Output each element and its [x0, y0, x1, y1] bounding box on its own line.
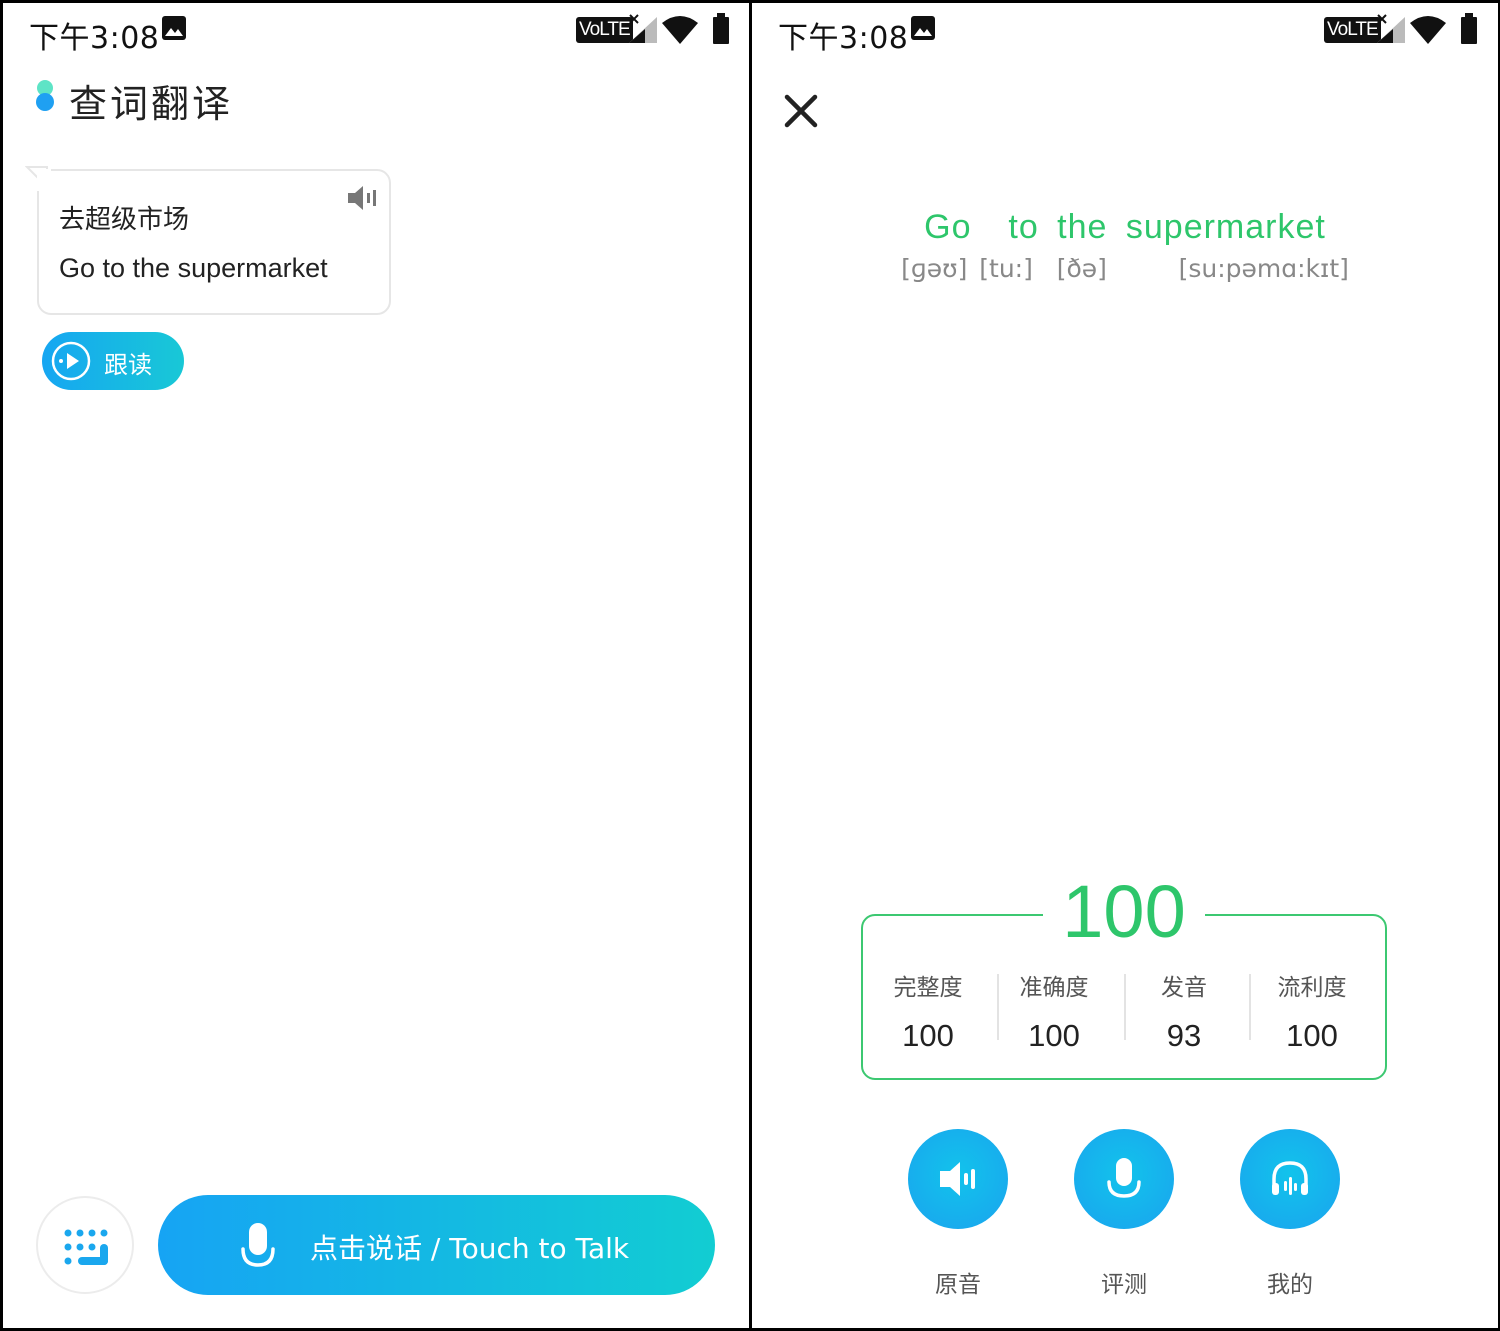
headphones-icon	[1272, 1161, 1308, 1195]
my-recording-button[interactable]	[1240, 1129, 1340, 1229]
volte-badge: VoLTE	[1324, 17, 1381, 43]
translation-bubble: 去超级市场 Go to the supermarket	[25, 166, 391, 315]
status-time: 下午3:08	[778, 21, 909, 56]
battery-icon	[713, 13, 729, 44]
metric-value: 100	[1028, 1018, 1080, 1053]
evaluation-screen: 下午3:08 VoLTE Go to the supermarket [ɡəʊ]…	[752, 3, 1498, 1328]
close-icon[interactable]	[783, 93, 819, 129]
status-time: 下午3:08	[29, 21, 160, 56]
metric-completeness: 完整度 100	[865, 968, 991, 1054]
page-title: 查词翻译	[69, 82, 234, 126]
total-score: 100	[1043, 872, 1205, 952]
score-panel: 100 完整度 100 准确度 100 发音 93 流利度 100	[861, 872, 1387, 1080]
signal-icon	[629, 14, 657, 43]
speaker-icon[interactable]	[345, 183, 379, 213]
metric-value: 100	[1286, 1018, 1338, 1053]
practice-sentence: Go to the supermarket	[924, 208, 1326, 246]
metric-label: 准确度	[1019, 975, 1089, 1001]
logo-icon	[36, 80, 54, 111]
my-recording-label: 我的	[1267, 1272, 1313, 1298]
speaker-icon	[940, 1162, 975, 1196]
metric-fluency: 流利度 100	[1249, 968, 1375, 1054]
evaluate-button[interactable]	[1074, 1129, 1174, 1229]
keyboard-icon	[64, 1229, 108, 1265]
source-text: 去超级市场	[59, 205, 190, 235]
bubble-tail	[25, 166, 51, 191]
metric-label: 发音	[1161, 975, 1207, 1001]
gallery-icon	[911, 16, 935, 40]
follow-read-button[interactable]: 跟读	[42, 332, 184, 390]
metric-accuracy: 准确度 100	[991, 968, 1117, 1054]
metric-pronunciation: 发音 93	[1121, 968, 1247, 1054]
phonetic-transcription: [ɡəʊ] [tu:] [ðə] [su:pəmɑ:kɪt]	[901, 254, 1349, 283]
translate-screen: 下午3:08 VoLTE 查词翻译 去超级市场 Go to the superm…	[3, 3, 749, 1328]
touch-to-talk-button[interactable]: 点击说话 / Touch to Talk	[158, 1195, 715, 1295]
original-audio-label: 原音	[935, 1272, 981, 1298]
play-icon	[51, 341, 91, 381]
evaluate-label: 评测	[1101, 1272, 1147, 1298]
wifi-icon	[662, 16, 698, 44]
gallery-icon	[162, 16, 186, 40]
touch-to-talk-label: 点击说话 / Touch to Talk	[310, 1232, 630, 1265]
microphone-icon	[1107, 1158, 1141, 1198]
volte-badge: VoLTE	[576, 17, 633, 43]
microphone-icon	[241, 1223, 275, 1267]
battery-icon	[1461, 13, 1477, 44]
follow-read-label: 跟读	[104, 351, 152, 379]
keyboard-button[interactable]	[36, 1196, 134, 1294]
metric-label: 流利度	[1277, 975, 1347, 1001]
wifi-icon	[1410, 16, 1446, 44]
metric-value: 93	[1166, 1018, 1202, 1053]
metric-value: 100	[902, 1018, 954, 1053]
translated-text: Go to the supermarket	[59, 253, 328, 283]
original-audio-button[interactable]	[908, 1129, 1008, 1229]
metric-label: 完整度	[893, 975, 963, 1001]
signal-icon	[1377, 14, 1405, 43]
